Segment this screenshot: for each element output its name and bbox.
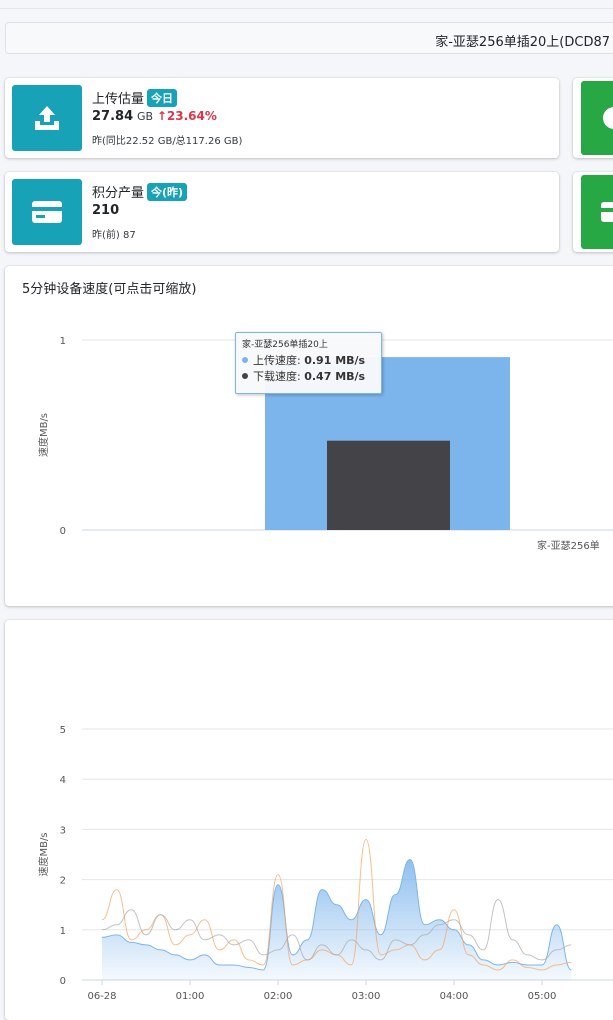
points-value-row: 210 [92,203,119,218]
tooltip-title: 家-亚瑟256单插20上 [242,340,328,350]
speed-bar-chart[interactable]: 0 1 速度MB/s 家-亚瑟256单 [0,266,613,606]
points-info-box: 积分产量 今(昨) 210 昨(前) 87 [5,172,559,252]
upload-value: 27.84 [92,109,134,124]
arrow-up-icon: ↑ [156,109,167,123]
y-tick-label: 1 [60,336,66,347]
points-icon-box [12,179,82,245]
upload-change: 23.64% [166,109,217,123]
x-tick-label: 05:00 [528,991,557,1002]
tooltip-upload-value: 0.91 MB/s [304,354,366,367]
right-info-box-2 [573,172,613,252]
tooltip-download-row: 下载速度: 0.47 MB/s [242,369,375,385]
x-tick-label: 04:00 [440,991,469,1002]
tooltip-download-label: 下载速度: [253,370,301,383]
points-label: 积分产量 [92,186,145,201]
y-tick-label: 2 [60,876,66,887]
x-tick-label: 03:00 [352,991,381,1002]
x-tick-label: 家-亚瑟256单 [537,539,600,552]
tooltip-download-value: 0.47 MB/s [304,370,366,383]
x-tick-label: 02:00 [264,991,293,1002]
upload-sub: 昨(同比22.52 GB/总117.26 GB) [92,136,243,147]
clock-icon [603,107,613,129]
right-info-box-1 [573,78,613,158]
y-tick-label: 0 [60,526,66,537]
upload-value-row: 27.84 GB ↑23.64% [92,109,217,124]
green-icon-box-1 [581,81,613,155]
tooltip-upload-label: 上传速度: [253,354,301,367]
y-tick-label: 4 [60,775,66,786]
today-yesterday-badge: 今(昨) [147,183,188,201]
card-icon [601,202,613,222]
points-sub: 昨(前) 87 [92,230,136,241]
speed-history-chart[interactable]: 0 1 2 3 4 5 速度MB/s 06-28 01:00 02:00 03:00 04:00 05:… [0,620,613,1011]
upload-info-box: 上传估量 今日 27.84 GB ↑23.64% 昨(同比22.52 GB/总11… [5,78,559,158]
green-icon-box-2 [581,175,613,249]
points-value: 210 [92,203,120,218]
download-dot [242,373,248,379]
top-edge [0,0,613,9]
bar-download [327,440,450,530]
credit-card-icon [32,201,62,223]
upload-label-row: 上传估量 今日 [92,88,178,107]
x-tick-label: 06-28 [87,991,116,1002]
upload-label: 上传估量 [92,92,145,107]
y-axis-label: 速度MB/s [37,832,50,876]
chart-tooltip: 家-亚瑟256单插20上 上传速度: 0.91 MB/s 下载速度: 0.47 … [235,332,382,394]
y-tick-label: 1 [60,926,66,937]
device-selector[interactable]: 家-亚瑟256单插20上(DCD87 [5,22,613,54]
x-tick-label: 01:00 [176,991,205,1002]
y-axis-label: 速度MB/s [37,413,50,457]
upload-unit: GB [136,110,154,123]
today-badge: 今日 [147,89,178,107]
area-fill-series-1 [102,859,572,980]
y-tick-label: 3 [60,825,66,836]
y-tick-label: 5 [60,725,66,736]
upload-icon-box [12,85,82,151]
device-selector-value: 家-亚瑟256单插20上(DCD87 [435,35,610,50]
upload-dot [242,357,248,363]
points-label-row: 积分产量 今(昨) [92,182,188,201]
upload-icon [35,106,59,130]
y-tick-label: 0 [60,976,66,987]
tooltip-upload-row: 上传速度: 0.91 MB/s [242,353,375,369]
